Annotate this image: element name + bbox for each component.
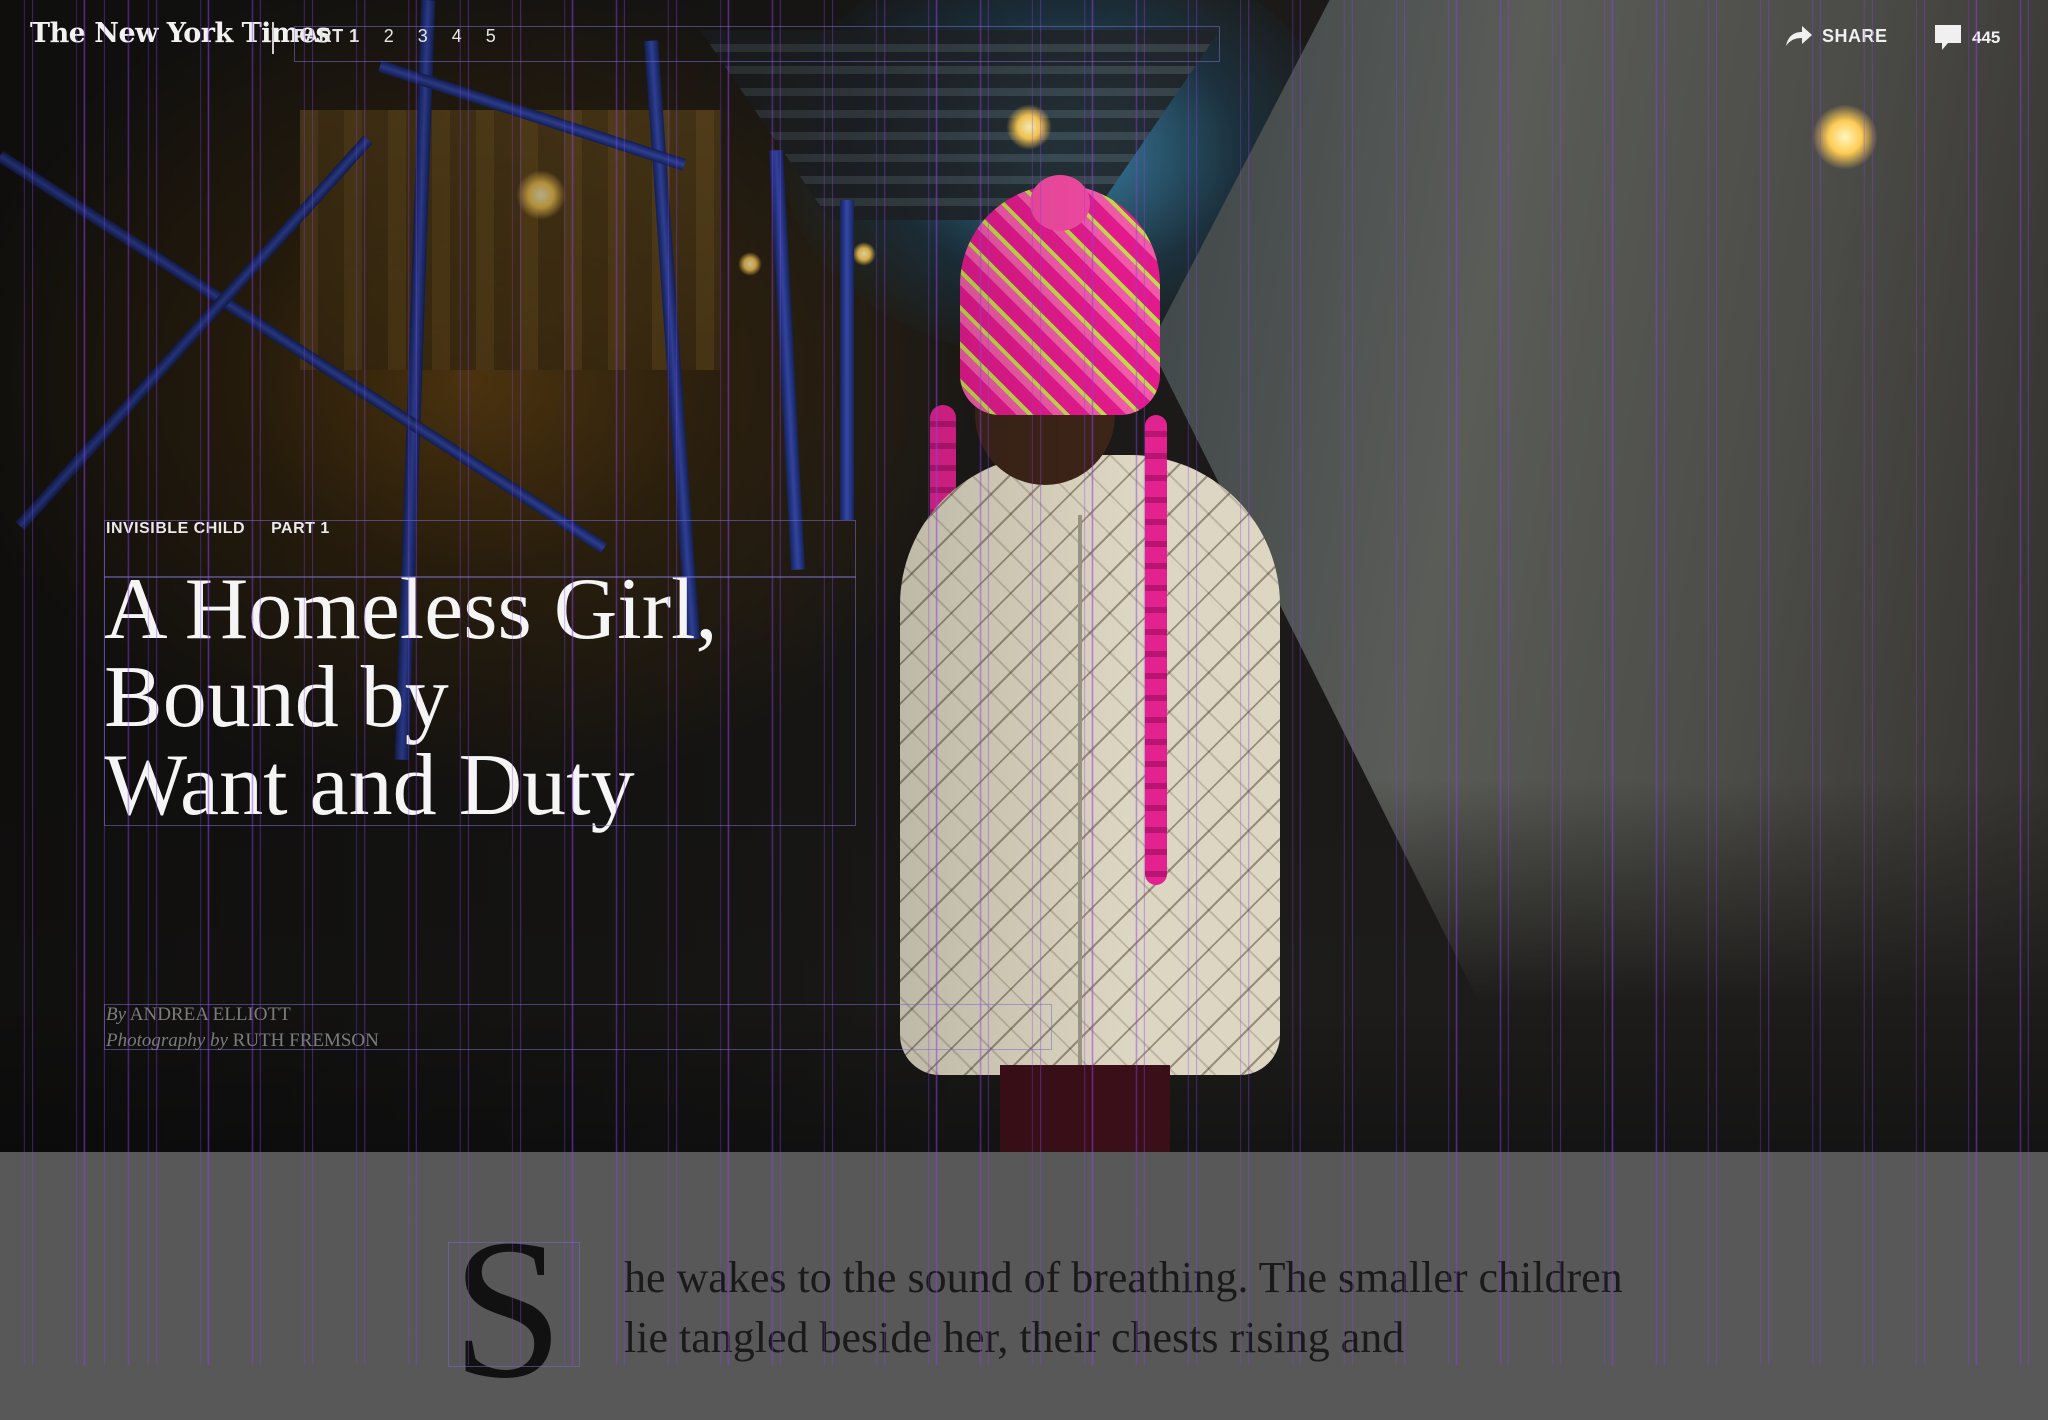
comments-count: 445	[1972, 28, 2001, 47]
headline-line: Want and Duty	[104, 737, 635, 834]
author-name[interactable]: ANDREA ELLIOTT	[130, 1004, 291, 1025]
share-button[interactable]: SHARE	[1784, 24, 1888, 48]
part-link-3[interactable]: 3	[418, 26, 428, 47]
photographer-name: RUTH FREMSON	[232, 1030, 379, 1051]
byline: By ANDREA ELLIOTT Photography by RUTH FR…	[106, 1002, 379, 1054]
comments-button[interactable]: 445	[1934, 24, 2000, 52]
headline-line: A Homeless Girl,	[104, 561, 718, 658]
author-byline: By ANDREA ELLIOTT	[106, 1004, 291, 1025]
top-bar: The New York Times PART 1 2 3 4 5 SHARE …	[0, 0, 2048, 76]
share-arrow-icon	[1786, 26, 1812, 46]
article-lead-paragraph: he wakes to the sound of breathing. The …	[624, 1253, 1623, 1362]
headline: A Homeless Girl, Bound by Want and Duty	[104, 566, 864, 830]
part-navigation: PART 1 2 3 4 5	[294, 26, 520, 47]
part-link-4[interactable]: 4	[452, 26, 462, 47]
part-link-2[interactable]: 2	[384, 26, 394, 47]
series-label[interactable]: INVISIBLE CHILD	[106, 520, 245, 538]
header-divider	[272, 22, 274, 54]
nyt-logo[interactable]: The New York Times	[30, 18, 331, 49]
drop-cap: S	[452, 1199, 564, 1420]
part-link-current[interactable]: PART 1	[294, 26, 360, 47]
story-kicker: INVISIBLE CHILD PART 1	[106, 520, 330, 538]
headline-line: Bound by	[104, 649, 449, 746]
part-label: PART 1	[271, 520, 330, 537]
photographer-byline: Photography by RUTH FREMSON	[106, 1030, 379, 1051]
share-label: SHARE	[1822, 25, 1888, 46]
speech-bubble-icon	[1935, 25, 1961, 50]
part-link-5[interactable]: 5	[486, 26, 496, 47]
